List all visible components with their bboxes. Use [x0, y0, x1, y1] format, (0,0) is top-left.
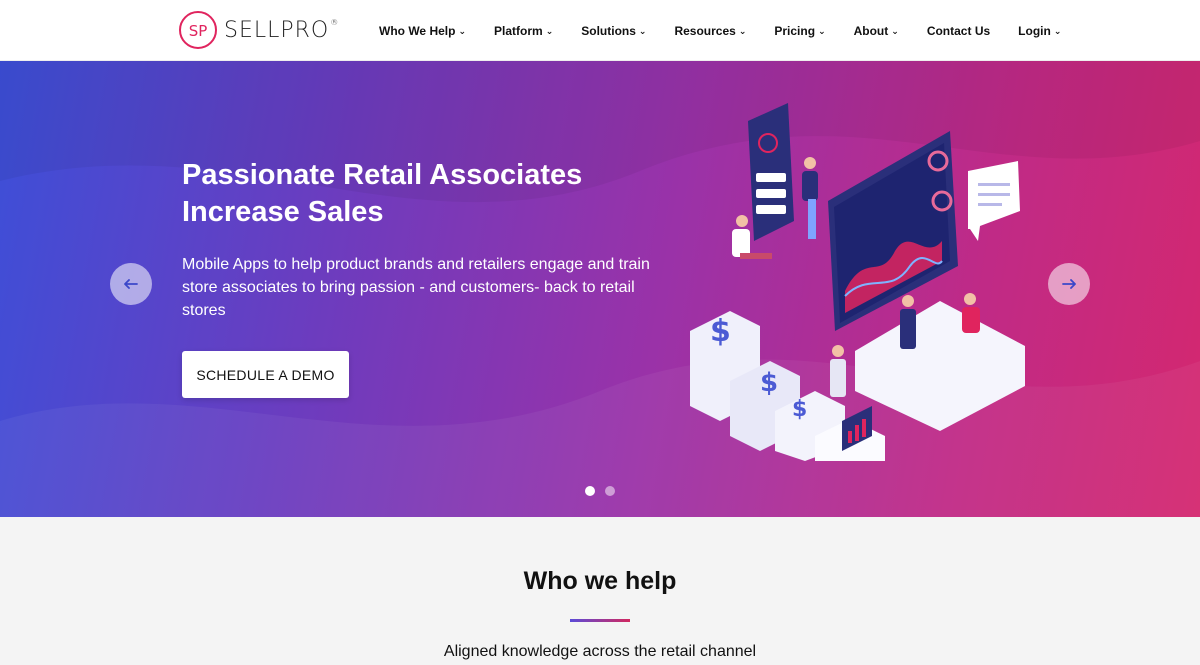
logo[interactable]: SP SELLPRO®: [178, 10, 339, 50]
chevron-down-icon: ⌄: [545, 26, 554, 36]
chevron-down-icon: ⌄: [458, 26, 466, 36]
section-subtitle: Aligned knowledge across the retail chan…: [443, 643, 757, 660]
chevron-down-icon: ⌄: [738, 26, 747, 36]
nav-item-login[interactable]: Login ⌄: [1004, 0, 1075, 61]
logo-text: SELLPRO®: [224, 17, 340, 43]
chevron-down-icon: ⌄: [638, 26, 647, 36]
logo-mark-icon: SP: [179, 11, 217, 49]
hero-title: Passionate Retail Associates Increase Sal…: [182, 159, 583, 228]
chat-bubble-illustration: [968, 161, 1020, 241]
nav-item-resources[interactable]: Resources ⌄: [660, 0, 760, 61]
phone-illustration: [748, 103, 794, 241]
carousel-dot-2[interactable]: [605, 486, 615, 496]
main-nav: Who We Help ⌄ Platform ⌄ Solutions ⌄ Resour…: [365, 0, 1075, 61]
chevron-down-icon: ⌄: [818, 26, 826, 36]
dashboard-screen-illustration: [828, 131, 958, 331]
nav-item-pricing[interactable]: Pricing ⌄: [760, 0, 839, 61]
svg-text:$: $: [710, 314, 731, 349]
svg-text:$: $: [792, 397, 807, 422]
nav-item-platform[interactable]: Platform ⌄: [480, 0, 567, 61]
carousel-prev-button[interactable]: [110, 263, 152, 305]
schedule-demo-button[interactable]: SCHEDULE A DEMO: [182, 351, 349, 398]
nav-item-contact-us[interactable]: Contact Us: [913, 0, 1004, 61]
hero-illustration: $ $ $: [690, 103, 1025, 461]
carousel-next-button[interactable]: [1048, 263, 1090, 305]
section-title: Who we help: [523, 567, 677, 595]
chevron-down-icon: ⌄: [1053, 26, 1062, 36]
carousel-dots: [585, 486, 615, 496]
site-header: SP SELLPRO® Who We Help ⌄ Platform ⌄ Solut…: [0, 0, 1200, 61]
nav-item-about[interactable]: About ⌄: [840, 0, 913, 61]
chevron-down-icon: ⌄: [891, 26, 899, 36]
carousel-dot-1[interactable]: [585, 486, 595, 496]
section-divider: [570, 619, 630, 622]
who-we-help-section: Who we help Aligned knowledge across the…: [0, 517, 1200, 665]
arrow-right-icon: [1062, 279, 1076, 289]
nav-item-solutions[interactable]: Solutions ⌄: [567, 0, 660, 61]
nav-item-who-we-help[interactable]: Who We Help ⌄: [365, 0, 480, 61]
arrow-left-icon: [124, 279, 138, 289]
hero-carousel: Passionate Retail Associates Increase Sal…: [0, 61, 1200, 517]
hero-subtitle: Mobile Apps to help product brands and r…: [182, 256, 650, 319]
svg-text:$: $: [760, 368, 778, 398]
logo-initials: SP: [189, 22, 208, 40]
